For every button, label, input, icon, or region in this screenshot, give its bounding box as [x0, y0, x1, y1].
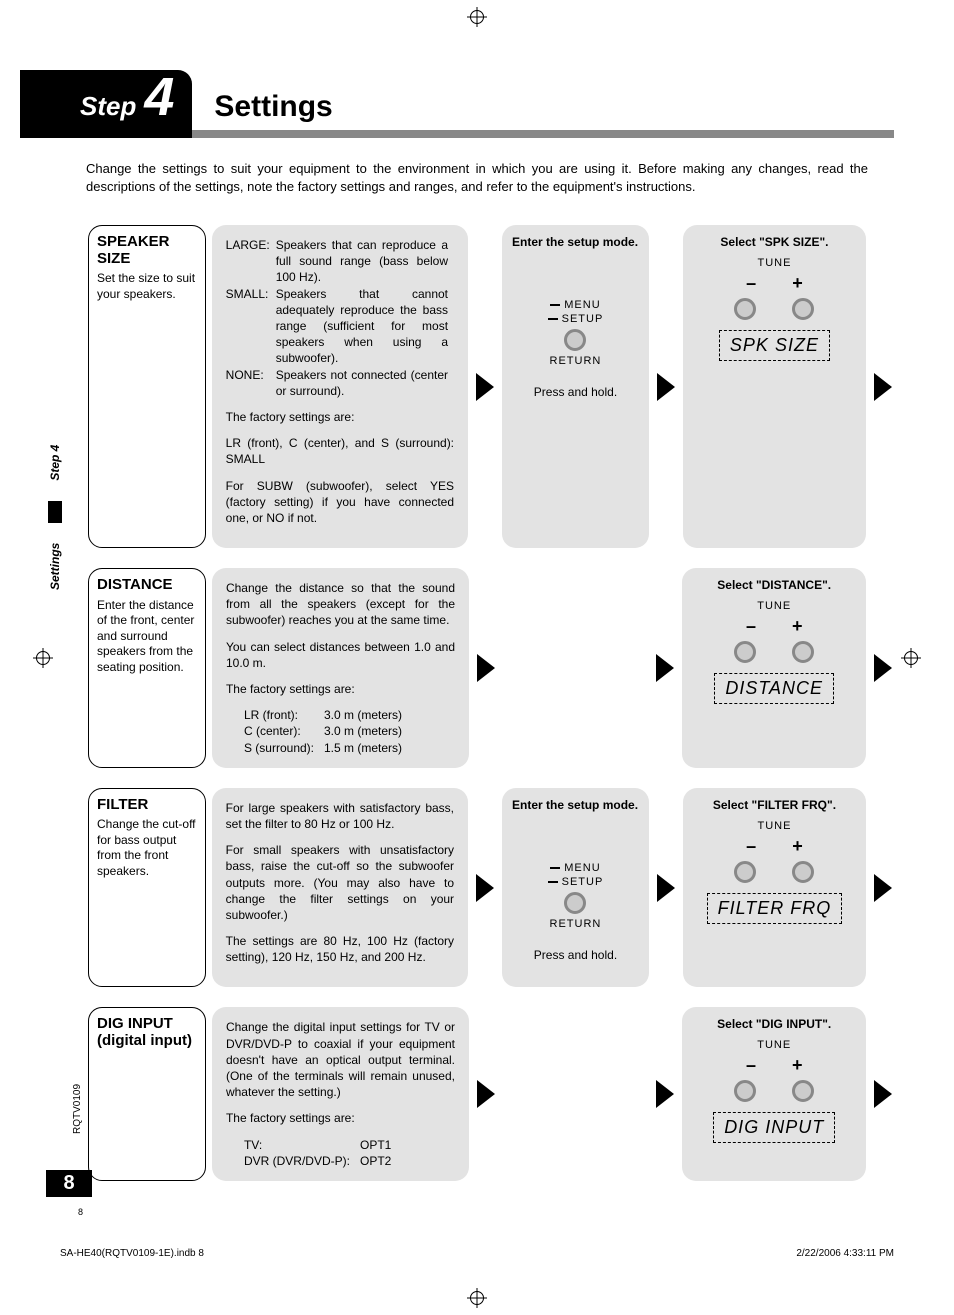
plus-icon: +	[792, 836, 803, 857]
page-number: 8	[46, 1170, 92, 1197]
setting-title: DISTANCE	[97, 577, 197, 594]
arrow-right-icon	[874, 373, 892, 401]
arrow-right-icon	[874, 1080, 892, 1108]
step-word: Step	[80, 91, 136, 122]
display-readout: DIG INPUT	[713, 1112, 835, 1143]
setting-name-box: DISTANCE Enter the distance of the front…	[88, 568, 206, 768]
setting-name-box: FILTER Change the cut-off for bass outpu…	[88, 788, 206, 988]
arrow-right-icon	[657, 874, 675, 902]
setting-desc: Change the cut-off for bass output from …	[97, 817, 197, 879]
arrow-right-icon	[656, 654, 674, 682]
select-title: Select "DISTANCE".	[692, 578, 856, 592]
menu-label: MENU	[564, 299, 600, 311]
minus-icon: –	[746, 616, 756, 637]
setting-row: DISTANCE Enter the distance of the front…	[88, 568, 894, 768]
setup-title: Enter the setup mode.	[512, 235, 639, 249]
plus-icon: +	[792, 1055, 803, 1076]
select-panel: Select "DISTANCE". TUNE – + DISTANCE	[682, 568, 866, 768]
arrow-right-icon	[874, 654, 892, 682]
side-tab-settings: Settings	[48, 543, 62, 590]
side-tab-marker	[48, 501, 62, 523]
registration-mark-icon	[470, 1291, 484, 1305]
page-title: Settings	[192, 70, 894, 138]
page: Step 4 Settings Change the settings to s…	[60, 30, 894, 1265]
intro-text: Change the settings to suit your equipme…	[86, 160, 868, 195]
arrow-right-icon	[656, 1080, 674, 1108]
setup-label: SETUP	[562, 876, 604, 888]
setup-hint: Press and hold.	[534, 385, 617, 399]
minus-icon: –	[746, 1055, 756, 1076]
arrow-right-icon	[477, 1080, 495, 1108]
step-number: 4	[144, 70, 174, 124]
display-readout: DISTANCE	[714, 673, 834, 704]
return-label: RETURN	[550, 918, 602, 930]
setting-title: SPEAKER SIZE	[97, 234, 197, 267]
setting-title: FILTER	[97, 797, 197, 814]
dial-icon	[792, 298, 814, 320]
arrow-right-icon	[476, 874, 494, 902]
setting-description: For large speakers with satisfactory bas…	[212, 788, 468, 988]
registration-mark-icon	[904, 651, 918, 665]
setting-row: SPEAKER SIZE Set the size to suit your s…	[88, 225, 894, 548]
select-panel: Select "DIG INPUT". TUNE – + DIG INPUT	[682, 1007, 866, 1181]
setting-name-box: DIG INPUT (digital input)	[88, 1007, 206, 1181]
dial-icon	[734, 641, 756, 663]
header: Step 4 Settings	[60, 70, 894, 138]
dial-icon	[564, 892, 586, 914]
dial-icon	[792, 641, 814, 663]
side-tabs: Settings Step 4	[48, 445, 62, 590]
setting-title: DIG INPUT (digital input)	[97, 1016, 197, 1049]
dial-icon	[792, 1080, 814, 1102]
menu-label: MENU	[564, 862, 600, 874]
setup-panel: Enter the setup mode. MENU SETUP RETURN …	[502, 788, 649, 988]
footer-right: 2/22/2006 4:33:11 PM	[796, 1248, 894, 1259]
display-readout: FILTER FRQ	[707, 893, 843, 924]
setup-label: SETUP	[562, 313, 604, 325]
setting-row: FILTER Change the cut-off for bass outpu…	[88, 788, 894, 988]
select-panel: Select "SPK SIZE". TUNE – + SPK SIZE	[683, 225, 866, 548]
tune-label: TUNE	[693, 257, 856, 269]
select-panel: Select "FILTER FRQ". TUNE – + FILTER FRQ	[683, 788, 866, 988]
setting-name-box: SPEAKER SIZE Set the size to suit your s…	[88, 225, 206, 548]
plus-icon: +	[792, 616, 803, 637]
tune-label: TUNE	[693, 820, 856, 832]
select-title: Select "SPK SIZE".	[693, 235, 856, 249]
minus-icon: –	[746, 836, 756, 857]
settings-rows: SPEAKER SIZE Set the size to suit your s…	[88, 225, 894, 1181]
display-readout: SPK SIZE	[719, 330, 830, 361]
step-badge: Step 4	[20, 70, 192, 138]
minus-icon: –	[746, 273, 756, 294]
setup-title: Enter the setup mode.	[512, 798, 639, 812]
setting-description: Change the distance so that the sound fr…	[212, 568, 469, 768]
tune-label: TUNE	[692, 600, 856, 612]
setup-panel: Enter the setup mode. MENU SETUP RETURN …	[502, 225, 649, 548]
document-code: RQTV0109	[72, 1084, 83, 1134]
setting-description: LARGE:Speakers that can reproduce a full…	[212, 225, 468, 548]
setting-description: Change the digital input settings for TV…	[212, 1007, 469, 1181]
arrow-right-icon	[476, 373, 494, 401]
registration-mark-icon	[36, 651, 50, 665]
setting-desc: Enter the distance of the front, center …	[97, 598, 197, 676]
setting-desc: Set the size to suit your speakers.	[97, 271, 197, 302]
select-title: Select "FILTER FRQ".	[693, 798, 856, 812]
arrow-right-icon	[874, 874, 892, 902]
dial-icon	[734, 298, 756, 320]
page-number-small: 8	[78, 1207, 83, 1217]
footer-left: SA-HE40(RQTV0109-1E).indb 8	[60, 1248, 204, 1259]
return-label: RETURN	[550, 355, 602, 367]
registration-mark-icon	[470, 10, 484, 24]
arrow-right-icon	[477, 654, 495, 682]
dial-icon	[734, 1080, 756, 1102]
setting-row: DIG INPUT (digital input) Change the dig…	[88, 1007, 894, 1181]
tune-label: TUNE	[692, 1039, 856, 1051]
setup-hint: Press and hold.	[534, 948, 617, 962]
dial-icon	[792, 861, 814, 883]
dial-icon	[734, 861, 756, 883]
select-title: Select "DIG INPUT".	[692, 1017, 856, 1031]
dial-icon	[564, 329, 586, 351]
arrow-right-icon	[657, 373, 675, 401]
plus-icon: +	[792, 273, 803, 294]
side-tab-step: Step 4	[48, 445, 62, 481]
